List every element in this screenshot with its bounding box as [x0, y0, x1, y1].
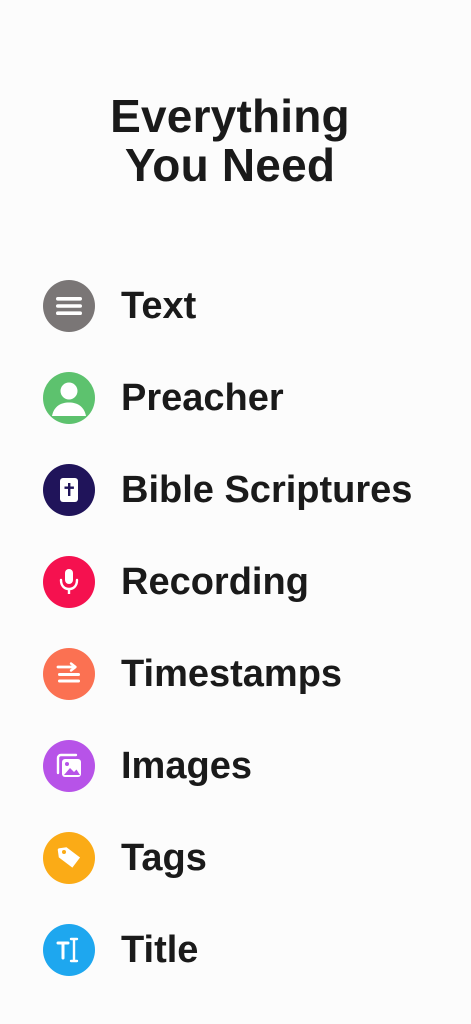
feature-label-timestamps: Timestamps — [121, 653, 343, 695]
feature-label-title: Title — [121, 929, 199, 971]
feature-label-preacher: Preacher — [121, 377, 284, 419]
images-icon — [43, 740, 95, 792]
feature-item-preacher: Preacher — [43, 372, 412, 424]
feature-list: Text Preacher Bible Scriptures Recording… — [43, 280, 412, 1016]
feature-item-images: Images — [43, 740, 412, 792]
timestamps-icon — [43, 648, 95, 700]
title-text-icon — [43, 924, 95, 976]
feature-item-tags: Tags — [43, 832, 412, 884]
page-title: Everything You Need — [0, 92, 460, 190]
microphone-icon — [43, 556, 95, 608]
page-title-line-1: Everything — [110, 90, 350, 142]
feature-label-bible-scriptures: Bible Scriptures — [121, 469, 413, 511]
feature-item-bible-scriptures: Bible Scriptures — [43, 464, 412, 516]
feature-item-recording: Recording — [43, 556, 412, 608]
feature-item-text: Text — [43, 280, 412, 332]
text-lines-icon — [43, 280, 95, 332]
tags-icon — [43, 832, 95, 884]
feature-label-tags: Tags — [121, 837, 207, 879]
feature-label-images: Images — [121, 745, 252, 787]
person-icon — [43, 372, 95, 424]
feature-item-timestamps: Timestamps — [43, 648, 412, 700]
feature-label-recording: Recording — [121, 561, 309, 603]
page-title-line-2: You Need — [124, 139, 336, 191]
feature-item-title: Title — [43, 924, 412, 976]
bible-cross-icon — [43, 464, 95, 516]
feature-label-text: Text — [121, 285, 197, 327]
